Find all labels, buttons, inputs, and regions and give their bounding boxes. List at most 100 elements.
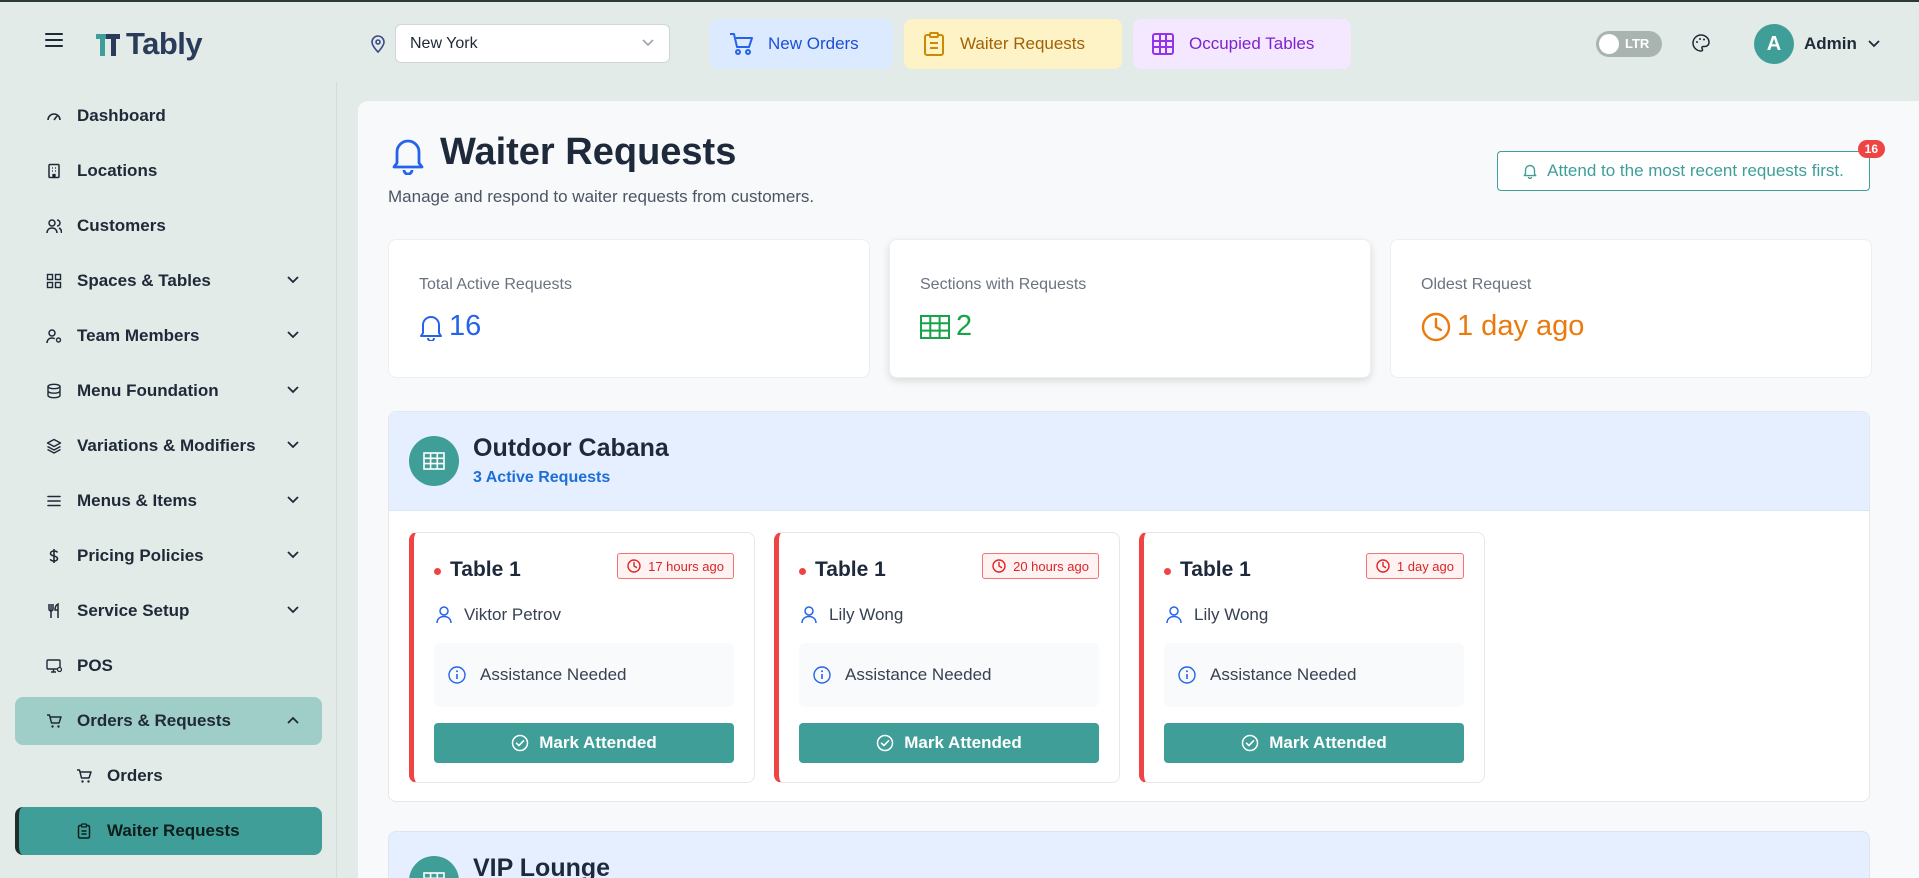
user-icon (801, 606, 817, 624)
sidebar-item-pricing-policies[interactable]: Pricing Policies (15, 532, 322, 580)
sidebar: Dashboard Locations Customers Spaces & T… (0, 82, 337, 878)
user-cog-icon (45, 327, 63, 345)
stat-value: 1 day ago (1421, 310, 1584, 343)
sidebar-item-label: Spaces & Tables (77, 271, 211, 290)
location-select[interactable]: New York (395, 24, 670, 63)
cart-icon (728, 31, 754, 57)
waiter-requests-label: Waiter Requests (960, 34, 1086, 53)
mark-attended-label: Mark Attended (539, 733, 657, 752)
check-circle-icon (1241, 734, 1259, 752)
direction-label: LTR (1625, 36, 1650, 51)
app-name: Tably (126, 26, 203, 61)
clipboard-icon (922, 31, 946, 57)
sidebar-item-dashboard[interactable]: Dashboard (15, 92, 322, 140)
main-content: Waiter Requests Manage and respond to wa… (358, 101, 1919, 878)
customer-name: Lily Wong (829, 605, 904, 624)
request-card: Table 1 20 hours ago Lily Wong Assistanc… (774, 532, 1120, 783)
dollar-icon (45, 547, 63, 565)
occupied-tables-button[interactable]: Occupied Tables (1133, 19, 1351, 69)
layers-icon (45, 437, 63, 455)
direction-toggle[interactable]: LTR (1596, 31, 1662, 57)
chevron-down-icon (286, 275, 300, 285)
utensils-icon (45, 602, 63, 620)
check-circle-icon (511, 734, 529, 752)
status-dot (799, 568, 806, 575)
sidebar-item-label: Service Setup (77, 601, 190, 620)
monitor-icon (45, 657, 63, 675)
occupied-tables-label: Occupied Tables (1189, 34, 1315, 53)
sidebar-item-label: Variations & Modifiers (77, 436, 256, 455)
sidebar-item-pos[interactable]: POS (15, 642, 322, 690)
stat-label: Total Active Requests (419, 276, 572, 293)
customer-name: Lily Wong (1194, 605, 1269, 624)
building-icon (45, 162, 63, 180)
chevron-down-icon (286, 385, 300, 395)
database-icon (45, 382, 63, 400)
sidebar-item-customers[interactable]: Customers (15, 202, 322, 250)
request-message: Assistance Needed (1164, 643, 1464, 707)
time-text: 17 hours ago (648, 558, 724, 574)
mark-attended-button[interactable]: Mark Attended (799, 723, 1099, 763)
request-message: Assistance Needed (434, 643, 734, 707)
app-logo[interactable]: Tably (94, 26, 203, 62)
toggle-knob (1599, 34, 1619, 54)
gauge-icon (45, 107, 63, 125)
clipboard-icon (75, 822, 93, 840)
sidebar-item-variations-modifiers[interactable]: Variations & Modifiers (15, 422, 322, 470)
grid-icon (45, 272, 63, 290)
table-grid-icon (409, 856, 459, 878)
sidebar-subitem-label: Waiter Requests (107, 821, 240, 840)
time-text: 20 hours ago (1013, 558, 1089, 574)
table-grid-icon (409, 436, 459, 486)
sidebar-subitem-label: Orders (107, 766, 163, 785)
request-message-text: Assistance Needed (1210, 665, 1357, 684)
sidebar-item-menu-foundation[interactable]: Menu Foundation (15, 367, 322, 415)
request-count-badge: 16 (1857, 140, 1885, 158)
sidebar-subitem-orders[interactable]: Orders (15, 752, 322, 800)
mark-attended-button[interactable]: Mark Attended (434, 723, 734, 763)
mark-attended-button[interactable]: Mark Attended (1164, 723, 1464, 763)
bell-icon (419, 313, 443, 341)
menu-toggle-icon[interactable] (44, 30, 66, 52)
sidebar-subitem-waiter-requests[interactable]: Waiter Requests (15, 807, 322, 855)
sidebar-item-label: Menus & Items (77, 491, 197, 510)
section-vip-lounge: VIP Lounge (388, 831, 1870, 878)
tably-logo-icon (96, 34, 120, 56)
sidebar-item-team-members[interactable]: Team Members (15, 312, 322, 360)
sidebar-item-label: POS (77, 656, 113, 675)
location-pin-icon (370, 35, 386, 53)
sidebar-item-label: Orders & Requests (77, 711, 231, 730)
cart-icon (45, 712, 63, 730)
section-request-count: 3 Active Requests (473, 469, 611, 486)
clock-icon (1376, 559, 1390, 573)
stat-card-oldest-request: Oldest Request 1 day ago (1390, 239, 1872, 378)
location-select-value: New York (410, 34, 478, 52)
stat-card-sections: Sections with Requests 2 (889, 239, 1371, 378)
chevron-down-icon (286, 550, 300, 560)
sidebar-item-orders-requests[interactable]: Orders & Requests (15, 697, 322, 745)
users-icon (45, 217, 63, 235)
user-menu[interactable]: A Admin (1754, 24, 1881, 64)
stat-label: Oldest Request (1421, 276, 1532, 293)
new-orders-button[interactable]: New Orders (710, 19, 893, 69)
info-icon (813, 666, 831, 684)
sidebar-item-label: Customers (77, 216, 166, 235)
time-badge: 20 hours ago (982, 553, 1099, 579)
page-scrollbar[interactable] (1907, 82, 1919, 878)
sidebar-item-spaces-tables[interactable]: Spaces & Tables (15, 257, 322, 305)
request-message: Assistance Needed (799, 643, 1099, 707)
new-orders-label: New Orders (768, 34, 859, 53)
palette-icon[interactable] (1692, 34, 1710, 52)
sidebar-item-label: Team Members (77, 326, 200, 345)
table-grid-icon (1151, 32, 1175, 56)
stat-label: Sections with Requests (920, 276, 1087, 293)
top-bar: Tably New York New Orders Waiter Request… (0, 0, 1919, 82)
waiter-requests-button[interactable]: Waiter Requests (904, 19, 1122, 69)
sidebar-item-label: Locations (77, 161, 158, 180)
sidebar-item-locations[interactable]: Locations (15, 147, 322, 195)
sidebar-item-service-setup[interactable]: Service Setup (15, 587, 322, 635)
chevron-down-icon (286, 440, 300, 450)
tip-text: Attend to the most recent requests first… (1547, 161, 1844, 180)
request-card: Table 1 17 hours ago Viktor Petrov Assis… (409, 532, 755, 783)
sidebar-item-menus-items[interactable]: Menus & Items (15, 477, 322, 525)
